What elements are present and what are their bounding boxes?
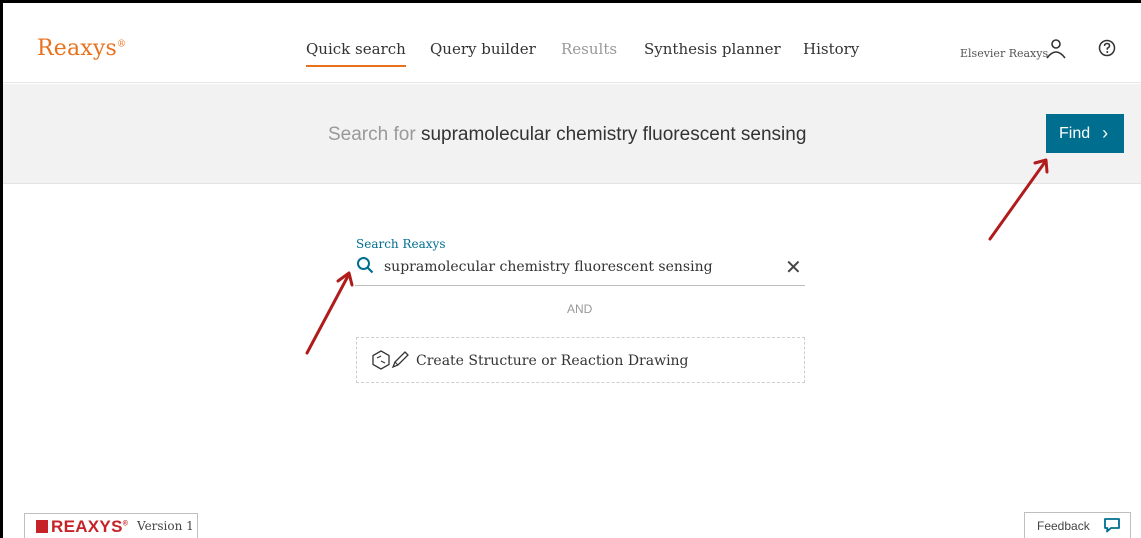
version-label: Version 1 — [137, 519, 194, 533]
search-icon — [357, 257, 374, 274]
reaxys-brand-wordmark: REAXYS® — [51, 517, 129, 536]
create-structure-button[interactable]: Create Structure or Reaction Drawing — [356, 337, 805, 383]
search-summary-band: Search for supramolecular chemistry fluo… — [3, 84, 1141, 184]
user-icon[interactable] — [1045, 38, 1067, 60]
and-operator-label: AND — [567, 302, 593, 316]
search-input-value[interactable]: supramolecular chemistry fluorescent sen… — [384, 259, 713, 275]
help-icon[interactable] — [1097, 38, 1117, 58]
find-button-label: Find — [1059, 124, 1091, 142]
structure-drawing-icon — [372, 350, 409, 370]
search-for-prefix: Search for — [328, 124, 416, 145]
version-badge: REAXYS® Version 1 — [24, 513, 198, 538]
search-field-label: Search Reaxys — [356, 237, 446, 251]
close-icon[interactable]: ✕ — [785, 255, 802, 280]
nav-query-builder[interactable]: Query builder — [430, 40, 536, 58]
find-button[interactable]: Find › — [1046, 114, 1124, 153]
nav-quick-search[interactable]: Quick search — [306, 40, 406, 67]
search-summary-query: supramolecular chemistry fluorescent sen… — [420, 124, 807, 145]
chevron-right-icon: › — [1102, 123, 1109, 143]
create-structure-label: Create Structure or Reaction Drawing — [416, 353, 689, 369]
search-input[interactable]: supramolecular chemistry fluorescent sen… — [355, 252, 805, 286]
nav-results[interactable]: Results — [561, 40, 617, 58]
search-summary: Search for supramolecular chemistry fluo… — [328, 124, 806, 146]
user-name[interactable]: Elsevier Reaxys — [960, 47, 1048, 60]
chat-bubble-icon — [1104, 518, 1120, 533]
reaxys-logo[interactable]: Reaxys® — [37, 36, 126, 61]
feedback-button[interactable]: Feedback — [1024, 512, 1131, 538]
nav-history[interactable]: History — [803, 40, 859, 58]
reaxys-brand-icon — [36, 520, 48, 533]
feedback-label: Feedback — [1037, 519, 1090, 533]
top-header: Reaxys® Quick search Query builder Resul… — [3, 3, 1141, 83]
nav-synthesis-planner[interactable]: Synthesis planner — [644, 40, 781, 58]
